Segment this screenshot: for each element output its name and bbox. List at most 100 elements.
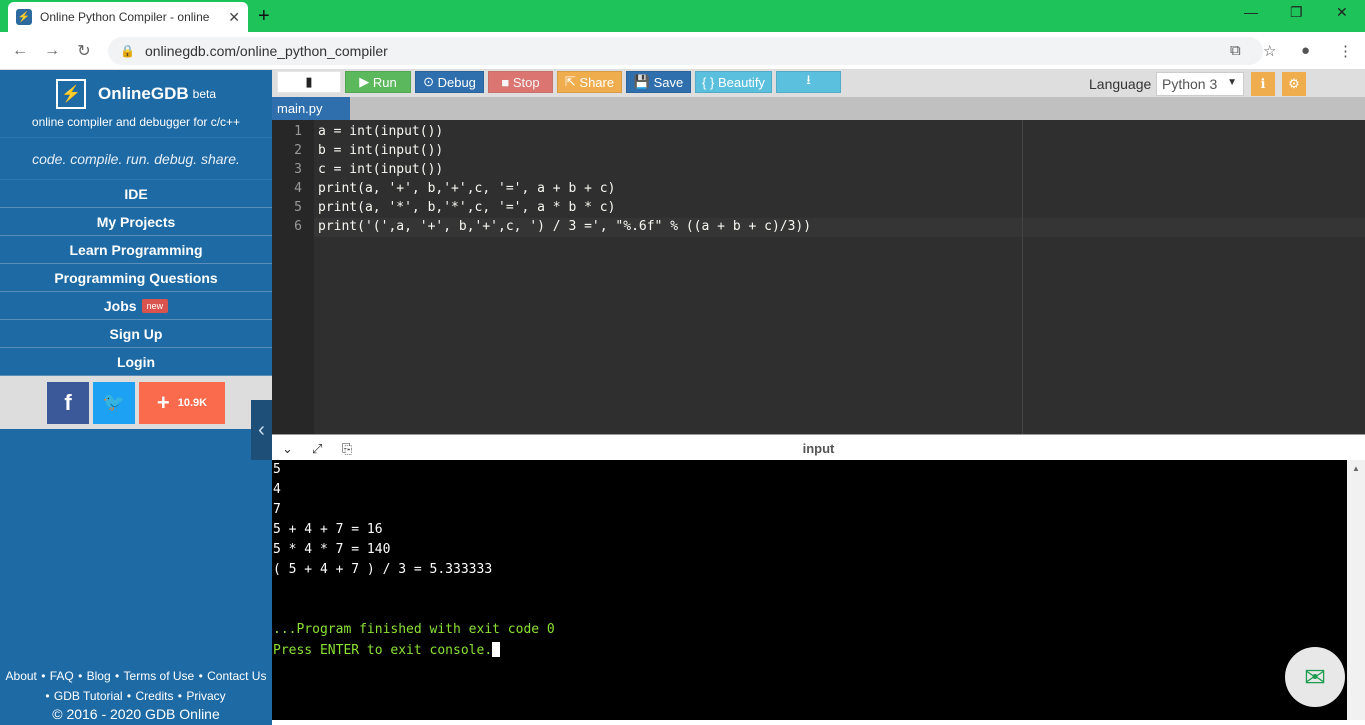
- footer-link-blog[interactable]: Blog: [87, 669, 111, 683]
- footer-link-terms[interactable]: Terms of Use: [124, 669, 195, 683]
- tab-main-py[interactable]: main.py: [272, 97, 350, 120]
- output-line: 5 * 4 * 7 = 140: [273, 542, 391, 557]
- stop-label: Stop: [512, 74, 540, 90]
- console-scrollbar[interactable]: ▲: [1347, 460, 1365, 720]
- copy-output-icon[interactable]: ⎘: [342, 441, 352, 457]
- language-value: Python 3: [1162, 76, 1218, 92]
- restore-icon[interactable]: ❐: [1290, 4, 1303, 21]
- facebook-share-button[interactable]: f: [47, 381, 89, 424]
- sidebar-item-label: IDE: [124, 185, 148, 202]
- lock-icon: 🔒: [120, 44, 135, 58]
- brand-name: OnlineGDB: [97, 83, 189, 103]
- sidebar-item-programming-questions[interactable]: Programming Questions: [0, 264, 272, 292]
- onlinegdb-logo-icon: ⚡: [55, 78, 86, 109]
- facebook-icon: f: [64, 389, 72, 415]
- line-number: 4: [294, 181, 302, 196]
- console-output[interactable]: 5 4 7 5 + 4 + 7 = 16 5 * 4 * 7 = 140 ( 5…: [272, 460, 1347, 720]
- browser-tab-bar: ⚡ Online Python Compiler - online ✕ + — …: [0, 0, 1365, 32]
- collapse-sidebar-button[interactable]: ‹: [251, 400, 272, 460]
- plus-icon: +: [156, 389, 170, 415]
- dropdown-caret-icon: ▼: [1227, 77, 1237, 88]
- gear-icon: ⚙: [1288, 76, 1300, 91]
- footer-link-credits[interactable]: Credits: [135, 689, 173, 703]
- code-line: print(a, '*', b,'*',c, '=', a * b * c): [318, 200, 616, 215]
- file-icon: ▮: [305, 74, 313, 89]
- toolbar: ▮ ▶ Run ⊙ Debug ■ Stop ⇱ Share 💾 Save { …: [272, 70, 1365, 97]
- download-icon: ⭳: [806, 72, 811, 87]
- new-file-button[interactable]: ▮: [277, 71, 341, 93]
- sidebar-item-learn-programming[interactable]: Learn Programming: [0, 236, 272, 264]
- footer-link-faq[interactable]: FAQ: [50, 669, 74, 683]
- debug-button[interactable]: ⊙ Debug: [415, 71, 484, 93]
- share-button[interactable]: ⇱ Share: [557, 71, 622, 93]
- menu-dots-icon[interactable]: ⋮: [1338, 42, 1353, 60]
- profile-icon[interactable]: ●: [1301, 42, 1310, 59]
- save-label: Save: [653, 74, 684, 90]
- footer-links: About • FAQ • Blog • Terms of Use • Cont…: [5, 669, 267, 703]
- share-count-button[interactable]: +10.9K: [139, 381, 225, 424]
- reload-icon[interactable]: ↻: [68, 41, 100, 61]
- code-line: b = int(input()): [318, 143, 444, 158]
- scroll-up-icon[interactable]: ▲: [1352, 464, 1360, 473]
- footer-link-about[interactable]: About: [6, 669, 37, 683]
- sidebar: ⚡ OnlineGDB beta online compiler and deb…: [0, 70, 272, 725]
- url-field[interactable]: 🔒 onlinegdb.com/online_python_compiler: [108, 37, 1263, 65]
- footer-link-privacy[interactable]: Privacy: [186, 689, 225, 703]
- sidebar-item-ide[interactable]: IDE: [0, 180, 272, 208]
- footer-link-contact[interactable]: Contact Us: [207, 669, 266, 683]
- line-number: 6: [294, 219, 302, 234]
- copyright: © 2016 - 2020 GDB Online: [52, 706, 220, 722]
- run-label: Run: [372, 74, 397, 90]
- share-label: Share: [579, 74, 615, 90]
- expand-icon[interactable]: ⤢: [312, 441, 322, 457]
- save-button[interactable]: 💾 Save: [626, 71, 691, 93]
- info-button[interactable]: ℹ: [1251, 72, 1275, 96]
- beautify-button[interactable]: { } Beautify: [695, 71, 772, 93]
- language-label: Language: [1089, 76, 1152, 92]
- code-line: a = int(input()): [318, 124, 444, 139]
- beautify-label: { } Beautify: [702, 74, 765, 90]
- save-icon: 💾: [633, 74, 654, 89]
- sidebar-item-label: Login: [116, 353, 156, 370]
- new-badge: new: [141, 298, 169, 313]
- chevron-down-icon[interactable]: ⌄: [282, 441, 293, 457]
- stop-icon: ■: [501, 74, 513, 90]
- bookmark-star-icon[interactable]: ☆: [1263, 42, 1276, 60]
- language-select[interactable]: Python 3 ▼: [1156, 72, 1244, 96]
- sidebar-item-login[interactable]: Login: [0, 348, 272, 376]
- stop-button[interactable]: ■ Stop: [488, 71, 553, 93]
- output-line: 4: [273, 482, 281, 497]
- brand-subtitle: online compiler and debugger for c/c++: [31, 114, 241, 129]
- browser-tab-title: Online Python Compiler - online: [40, 10, 210, 24]
- close-tab-icon[interactable]: ✕: [228, 9, 240, 26]
- line-number: 2: [294, 143, 302, 158]
- new-tab-button[interactable]: +: [258, 5, 270, 28]
- code-line: print(a, '+', b,'+',c, '=', a + b + c): [318, 181, 616, 196]
- line-number: 3: [294, 162, 302, 177]
- brand[interactable]: ⚡ OnlineGDB beta online compiler and deb…: [0, 70, 272, 138]
- translate-icon[interactable]: ⧉: [1230, 42, 1241, 59]
- sidebar-item-label: Learn Programming: [69, 241, 203, 258]
- footer-link-tutorial[interactable]: GDB Tutorial: [54, 689, 123, 703]
- browser-tab[interactable]: ⚡ Online Python Compiler - online ✕: [8, 2, 248, 32]
- code-line: print('(',a, '+', b,'+',c, ') / 3 =', "%…: [318, 219, 812, 234]
- download-button[interactable]: ⭳: [776, 71, 841, 93]
- sidebar-item-label: Programming Questions: [54, 269, 218, 286]
- twitter-share-button[interactable]: 🐦: [93, 381, 135, 424]
- output-line: ( 5 + 4 + 7 ) / 3 = 5.333333: [273, 562, 493, 577]
- minimize-icon[interactable]: —: [1244, 4, 1258, 20]
- close-window-icon[interactable]: ✕: [1336, 4, 1348, 21]
- forward-icon[interactable]: →: [36, 42, 68, 60]
- sidebar-item-label: Jobs: [103, 297, 137, 314]
- run-button[interactable]: ▶ Run: [345, 71, 411, 93]
- back-icon[interactable]: ←: [4, 42, 36, 60]
- code-editor[interactable]: 1 2 3 4 5 6 a = int(input()) b = int(inp…: [272, 120, 1365, 434]
- settings-button[interactable]: ⚙: [1282, 72, 1306, 96]
- sidebar-item-jobs[interactable]: Jobs new: [0, 292, 272, 320]
- address-bar: ← → ↻ 🔒 onlinegdb.com/online_python_comp…: [0, 32, 1365, 70]
- output-line: 5: [273, 462, 281, 477]
- sidebar-item-my-projects[interactable]: My Projects: [0, 208, 272, 236]
- output-line: 7: [273, 502, 281, 517]
- sidebar-item-sign-up[interactable]: Sign Up: [0, 320, 272, 348]
- contact-mail-button[interactable]: ✉: [1285, 647, 1345, 707]
